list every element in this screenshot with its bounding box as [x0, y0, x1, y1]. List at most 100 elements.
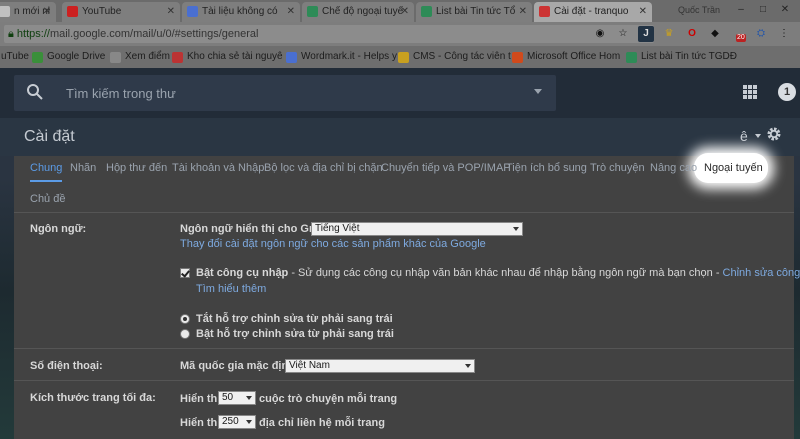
- close-window-icon[interactable]: ✕: [778, 4, 792, 16]
- tab-addons[interactable]: Tiện ích bổ sung: [506, 162, 587, 174]
- wordmark-icon: [286, 52, 297, 63]
- tab-inbox[interactable]: Hộp thư đến: [106, 162, 167, 174]
- bookmark-item[interactable]: CMS - Công tác viên t: [398, 49, 511, 65]
- extension-j-icon[interactable]: J: [638, 26, 654, 42]
- chevron-down-icon: [246, 420, 252, 424]
- eye-icon[interactable]: ◉: [592, 26, 608, 42]
- bookmark-item[interactable]: Microsoft Office Hom: [512, 49, 620, 65]
- settings-header-bar: [0, 118, 800, 156]
- chrome-menu-icon[interactable]: ⋮: [776, 26, 792, 42]
- edit-input-tools-link[interactable]: Chỉnh sửa công cụ: [723, 267, 800, 279]
- tab-labels[interactable]: Nhãn: [70, 162, 96, 174]
- tab-accounts[interactable]: Tài khoản và Nhập: [172, 162, 264, 174]
- sheets-icon: [421, 6, 432, 17]
- close-tab-icon[interactable]: ✕: [639, 2, 647, 22]
- language-section-label: Ngôn ngữ:: [30, 223, 87, 235]
- enable-input-tools-label: Bật công cụ nhập: [196, 267, 289, 279]
- bookmark-label: List bài Tin tức TGDĐ: [641, 51, 737, 62]
- bookmark-item[interactable]: Xem điểm: [110, 49, 170, 65]
- bookmark-label: Google Drive: [47, 51, 106, 62]
- notifications-badge[interactable]: 1: [778, 83, 796, 101]
- learn-more-link[interactable]: Tìm hiểu thêm: [196, 283, 266, 295]
- bookmark-item[interactable]: uTube: [0, 49, 29, 65]
- url-scheme: https://: [16, 28, 50, 40]
- apps-grid-icon[interactable]: [743, 85, 757, 99]
- close-tab-icon[interactable]: ✕: [401, 2, 409, 22]
- input-tools-button[interactable]: ê: [740, 128, 748, 144]
- bookmark-label: Xem điểm: [125, 51, 171, 62]
- search-placeholder: Tìm kiếm trong thư: [66, 86, 176, 101]
- enable-input-tools-checkbox[interactable]: [180, 268, 190, 278]
- extension-badge-count: 20: [736, 34, 746, 42]
- profile-name[interactable]: Quốc Trần: [678, 5, 720, 15]
- browser-tab-docs[interactable]: Tài liệu không có ✕: [182, 2, 300, 22]
- browser-tab[interactable]: n mới nh ✕: [0, 2, 56, 22]
- display-language-value: Tiếng Việt: [315, 223, 360, 234]
- bookmark-item[interactable]: Google Drive: [32, 49, 105, 65]
- bookmark-label: Kho chia sẻ tài nguyê: [187, 51, 283, 62]
- browser-tab-youtube[interactable]: YouTube ✕: [62, 2, 180, 22]
- tab-filters[interactable]: Bộ lọc và địa chỉ bị chặn: [264, 162, 383, 174]
- sheets-icon: [307, 6, 318, 17]
- page-title: Cài đặt: [24, 128, 75, 145]
- close-tab-icon[interactable]: ✕: [519, 2, 527, 22]
- divider: [14, 212, 794, 213]
- bookmark-label: uTube: [1, 51, 29, 62]
- search-options-icon[interactable]: [534, 89, 542, 94]
- country-code-select[interactable]: Việt Nam: [285, 359, 475, 373]
- chevron-down-icon: [513, 227, 519, 231]
- page-favicon-icon: [0, 6, 10, 17]
- tab-general[interactable]: Chung: [30, 162, 63, 182]
- rtl-on-radio[interactable]: [180, 329, 190, 339]
- bookmark-label: Wordmark.it - Helps y: [301, 51, 397, 62]
- translate-icon[interactable]: ⛭: [753, 26, 769, 42]
- divider: [14, 348, 794, 349]
- rtl-on-label: Bật hỗ trợ chỉnh sửa từ phải sang trái: [196, 328, 394, 340]
- browser-tab-list[interactable]: List bài Tin tức Tổ ✕: [416, 2, 532, 22]
- gear-icon[interactable]: [766, 126, 782, 142]
- google-drive-icon: [32, 52, 43, 63]
- browser-tab-title: Chế độ ngoại tuyế: [322, 6, 404, 17]
- rtl-off-radio[interactable]: [180, 314, 190, 324]
- change-language-link[interactable]: Thay đổi cài đặt ngôn ngữ cho các sản ph…: [180, 238, 486, 250]
- bookmark-item[interactable]: List bài Tin tức TGDĐ: [626, 49, 737, 65]
- browser-tab-title: Tài liệu không có: [202, 6, 278, 17]
- conversations-per-page-label: cuộc trò chuyện mỗi trang: [259, 393, 398, 405]
- bookmark-item[interactable]: Wordmark.it - Helps y: [286, 49, 397, 65]
- page-size-section-label: Kích thước trang tối đa:: [30, 392, 156, 404]
- bookmark-site-icon: [172, 52, 183, 63]
- browser-tab-gmail-settings[interactable]: Cài đặt - tranquo ✕: [534, 2, 652, 22]
- rtl-off-label: Tắt hỗ trợ chỉnh sửa từ phải sang trái: [196, 313, 393, 325]
- conversations-per-page-select[interactable]: 50: [218, 391, 256, 405]
- docs-icon: [187, 6, 198, 17]
- close-tab-icon[interactable]: ✕: [43, 2, 51, 22]
- show-label: Hiển thị: [180, 393, 221, 405]
- minimize-icon[interactable]: –: [734, 4, 748, 16]
- bookmark-item[interactable]: Kho chia sẻ tài nguyê: [172, 49, 283, 65]
- close-tab-icon[interactable]: ✕: [287, 2, 295, 22]
- extension-gem-icon[interactable]: ◆: [707, 26, 723, 42]
- search-box[interactable]: Tìm kiếm trong thư: [14, 75, 556, 111]
- tab-offline[interactable]: Ngoại tuyến: [704, 162, 763, 174]
- maximize-icon[interactable]: □: [756, 4, 770, 16]
- contacts-per-page-select[interactable]: 250: [218, 415, 256, 429]
- browser-tab-offline-mode[interactable]: Chế độ ngoại tuyế ✕: [302, 2, 414, 22]
- browser-tab-title: Cài đặt - tranquo: [554, 6, 629, 17]
- chevron-down-icon: [465, 364, 471, 368]
- lock-icon: 🔒︎: [8, 28, 14, 40]
- close-tab-icon[interactable]: ✕: [167, 2, 175, 22]
- chevron-down-icon[interactable]: [755, 134, 761, 138]
- tab-forwarding[interactable]: Chuyển tiếp và POP/IMAP: [381, 162, 511, 174]
- star-icon[interactable]: ☆: [615, 26, 631, 42]
- tab-themes[interactable]: Chủ đề: [30, 193, 65, 205]
- phone-section-label: Số điện thoại:: [30, 360, 103, 372]
- extension-badge-icon[interactable]: 20: [730, 26, 746, 42]
- opera-icon[interactable]: O: [684, 26, 700, 42]
- display-language-select[interactable]: Tiếng Việt: [311, 222, 523, 236]
- tab-advanced[interactable]: Nâng cao: [650, 162, 697, 174]
- tab-chat[interactable]: Trò chuyện: [590, 162, 645, 174]
- search-icon[interactable]: [26, 83, 44, 101]
- url-input[interactable]: 🔒︎ https://mail.google.com/mail/u/0/#set…: [4, 25, 654, 43]
- extension-trophy-icon[interactable]: ♛: [661, 26, 677, 42]
- country-code-label: Mã quốc gia mặc định:: [180, 360, 299, 372]
